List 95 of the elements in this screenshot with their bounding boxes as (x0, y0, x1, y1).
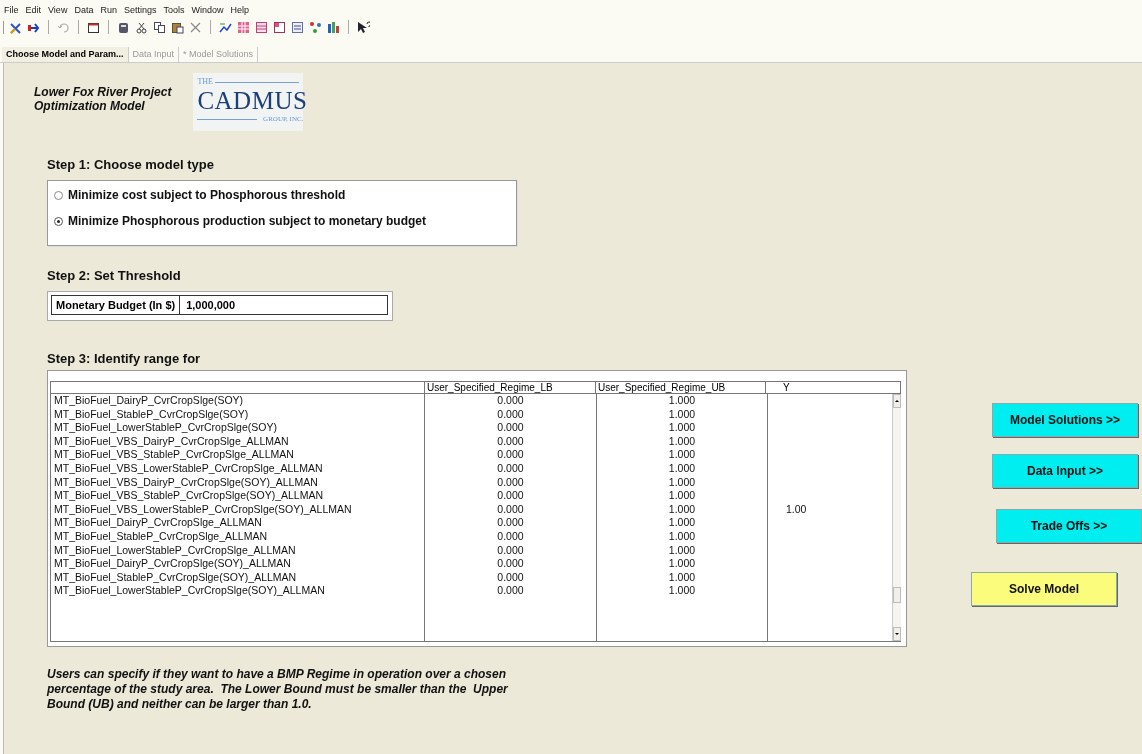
table-icon[interactable] (273, 20, 286, 34)
chart-icon[interactable] (219, 20, 232, 34)
row-label: MT_BioFuel_DairyP_CvrCropSlge_ALLMAN (53, 516, 263, 530)
table-cell-text: 1.000 (667, 461, 697, 476)
row-label: MT_BioFuel_DairyP_CvrCropSlge(SOY) (53, 394, 245, 408)
table-icon[interactable] (255, 20, 268, 34)
row-label: MT_BioFuel_VBS_LowerStableP_CvrCropSlge_ALLMAN (53, 461, 324, 476)
menu-item[interactable]: Settings (123, 4, 157, 18)
paste-icon[interactable] (171, 20, 184, 34)
menu-item[interactable]: View (48, 4, 68, 18)
column-header[interactable]: Y (765, 382, 889, 393)
row-label: MT_BioFuel_LowerStableP_CvrCropSlge(SOY)_ALLMAN (53, 584, 326, 598)
radio-label[interactable]: Minimize cost subject to Phosphorous threshold (68, 188, 346, 202)
table-cell-text: 1.000 (667, 489, 697, 503)
tab[interactable]: Choose Model and Param... (2, 47, 129, 62)
nav-button[interactable]: Model Solutions >> (992, 403, 1138, 437)
table-cell-text: 0.000 (496, 502, 525, 517)
radio-label[interactable]: Minimize Phosphorous production subject to monetary budget (68, 214, 426, 228)
scroll-down-button[interactable] (893, 627, 901, 641)
table-cell-text: 0.000 (496, 557, 525, 571)
table-cell-text: 0.000 (496, 570, 525, 585)
table-cell-text: 1.000 (667, 448, 697, 462)
table-cell-text: 1.000 (667, 543, 697, 558)
menu-item[interactable]: Edit (25, 4, 42, 18)
bars-icon[interactable] (327, 20, 340, 34)
row-label: MT_BioFuel_VBS_DairyP_CvrCropSlge(SOY)_ALLMAN (53, 475, 319, 490)
step-heading: Step 2: Set Threshold (47, 268, 181, 283)
table-cell-text: 1.000 (667, 529, 697, 544)
table-cell-text: 0.000 (496, 434, 525, 449)
table-cell-text: 0.000 (496, 461, 525, 476)
row-label: MT_BioFuel_VBS_LowerStableP_CvrCropSlge(SOY)_ALLMAN (53, 502, 353, 517)
window-icon[interactable] (87, 20, 100, 34)
solve-button[interactable]: Solve Model (971, 572, 1117, 606)
table-cell-text: 1.000 (667, 502, 697, 517)
table-cell-text: 1.00 (785, 502, 808, 517)
caret-up-icon (894, 398, 900, 404)
table-cell-text: 1.000 (667, 475, 697, 490)
table-cell-text: 0.000 (496, 516, 525, 530)
table-cell-text: 1.000 (667, 557, 697, 571)
table-cell-text: 0.000 (496, 489, 525, 503)
menu-item[interactable]: Window (191, 4, 224, 18)
scroll-up-button[interactable] (893, 394, 901, 408)
table-cell-text: 1.000 (667, 421, 697, 435)
table-cell-text: 1.000 (667, 516, 697, 530)
title-text: Optimization Model (34, 99, 146, 113)
table-cell-text: 0.000 (496, 421, 525, 435)
row-label: MT_BioFuel_StableP_CvrCropSlge_ALLMAN (53, 529, 268, 544)
title-text: Lower Fox River Project (34, 85, 172, 99)
table-cell-text: 1.000 (667, 570, 697, 585)
menu-item[interactable]: File (4, 4, 19, 18)
menu-item[interactable]: Tools (163, 4, 185, 18)
table-cell-text: 0.000 (496, 543, 525, 558)
nav-button[interactable]: Trade Offs >> (996, 509, 1142, 543)
scroll-thumb[interactable] (893, 587, 901, 603)
table-cell-text: 1.000 (667, 394, 697, 408)
help-pointer-icon[interactable] (357, 20, 370, 34)
table-cell-text: 0.000 (496, 394, 525, 408)
menu-item[interactable]: Help (230, 4, 249, 18)
scissors-icon[interactable] (135, 20, 148, 34)
column-header[interactable]: User_Specified_Regime_LB (424, 382, 595, 393)
row-label: MT_BioFuel_VBS_StableP_CvrCropSlge(SOY)_ALLMAN (53, 489, 325, 503)
logo-text: CADMUS (197, 87, 304, 114)
column-header[interactable]: User_Specified_Regime_UB (595, 382, 765, 393)
nodes-icon[interactable] (309, 20, 322, 34)
vertical-scrollbar[interactable] (892, 394, 901, 641)
list-icon[interactable] (291, 20, 304, 34)
copy-icon[interactable] (153, 20, 166, 34)
grid-icon[interactable] (237, 20, 250, 34)
delete-icon[interactable] (189, 20, 202, 34)
table-cell-text: 0.000 (496, 407, 525, 422)
row-label: MT_BioFuel_VBS_StableP_CvrCropSlge_ALLMAN (53, 448, 295, 462)
row-label: MT_BioFuel_StableP_CvrCropSlge(SOY) (53, 407, 250, 422)
table-cell-text: 0.000 (496, 475, 525, 490)
nav-button[interactable]: Data Input >> (992, 454, 1138, 488)
row-label: MT_BioFuel_LowerStableP_CvrCropSlge(SOY) (53, 421, 278, 435)
menu-item[interactable]: Data (74, 4, 94, 18)
table-cell-text: 1.000 (667, 434, 697, 449)
radio-button[interactable] (54, 190, 63, 200)
logo-text: THE (197, 78, 213, 86)
table-cell-text: 0.000 (496, 448, 525, 462)
table-cell-text: 0.000 (496, 529, 525, 544)
step-heading: Step 3: Identify range for (47, 351, 201, 366)
row-label: MT_BioFuel_LowerStableP_CvrCropSlge_ALLMAN (53, 543, 297, 558)
radio-button[interactable] (54, 216, 63, 226)
row-label: MT_BioFuel_VBS_DairyP_CvrCropSlge_ALLMAN (53, 434, 290, 449)
cross-tool-icon[interactable] (9, 20, 22, 34)
table-cell-text: 1.000 (667, 407, 697, 422)
row-label: MT_BioFuel_DairyP_CvrCropSlge(SOY)_ALLMAN (53, 557, 292, 571)
row-label: MT_BioFuel_StableP_CvrCropSlge(SOY)_ALLMAN (53, 570, 298, 585)
step-heading: Step 1: Choose model type (47, 157, 214, 172)
menu-item[interactable]: Run (100, 4, 117, 18)
table-cell-text: 1.000 (667, 584, 697, 598)
table-cell-text: 0.000 (496, 584, 525, 598)
help-text: Users can specify if they want to have a BMP Regime in operation over a chosen percentage of the study area. The Lower Bound must be smaller than the Upper Bound (UB) and neither can be larger than 1.0. (47, 667, 509, 712)
caret-down-icon (894, 631, 900, 637)
